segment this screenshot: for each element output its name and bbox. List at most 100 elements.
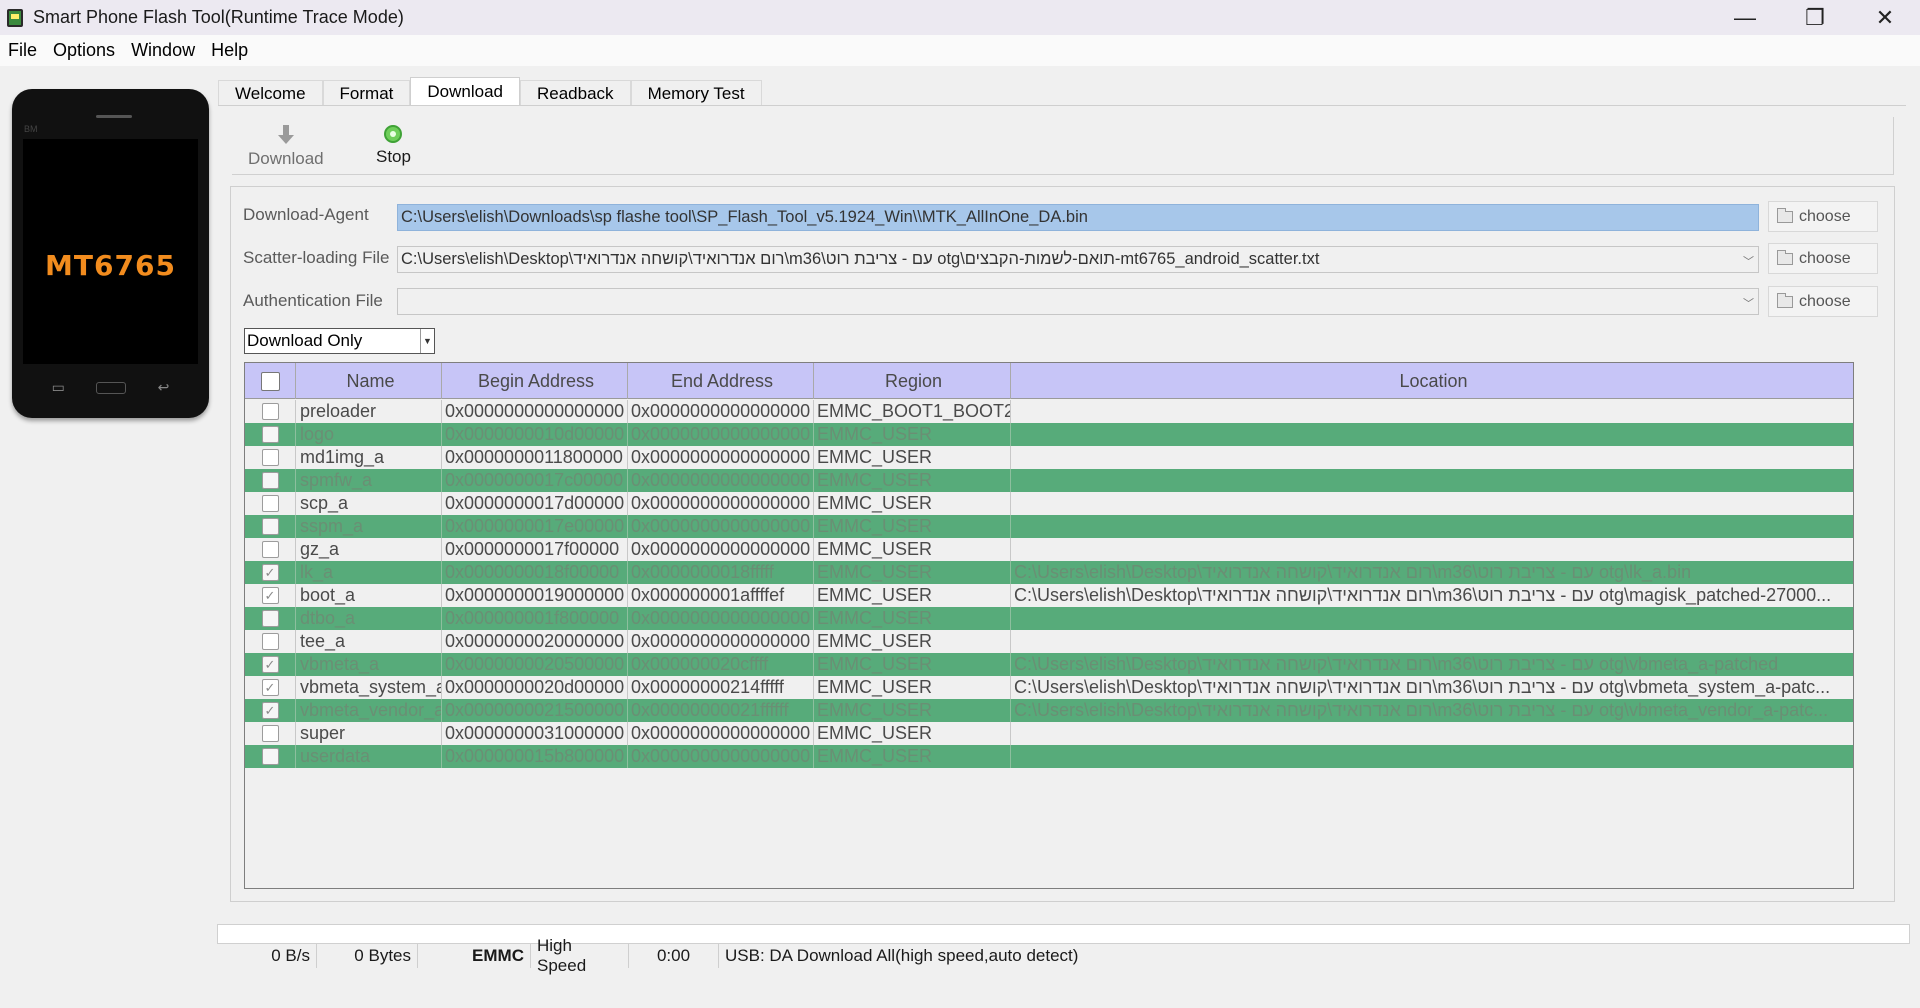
row-checkbox[interactable]: [261, 426, 279, 443]
scatter-file-combo[interactable]: C:\Users\elish\Desktop\רום אנדרואיד\קושח…: [397, 246, 1759, 273]
chevron-down-icon[interactable]: ﹀: [1743, 253, 1754, 269]
cell-begin-address: 0x0000000031000000: [442, 722, 628, 745]
row-checkbox-cell: ✓: [245, 584, 296, 607]
table-row[interactable]: logo 0x0000000010d00000 0x0000000000000000…: [245, 423, 1853, 446]
cell-end-address: 0x0000000000000000: [628, 492, 814, 515]
minimize-button[interactable]: —: [1710, 0, 1780, 35]
download-button[interactable]: Download: [248, 125, 324, 169]
cell-location: [1011, 607, 1853, 630]
table-row[interactable]: ✓ vbmeta_system_a 0x0000000020d00000 0x0000…: [245, 676, 1853, 699]
row-checkbox[interactable]: ✓: [261, 679, 279, 696]
select-all-header: [245, 363, 296, 399]
auth-file-combo[interactable]: ﹀: [397, 288, 1759, 315]
choose-label: choose: [1799, 292, 1851, 310]
cell-end-address: 0x0000000000000000: [628, 538, 814, 561]
scatter-file-label: Scatter-loading File: [243, 248, 390, 267]
row-checkbox[interactable]: [261, 610, 279, 627]
table-row[interactable]: ✓ boot_a 0x0000000019000000 0x000000001afff…: [245, 584, 1853, 607]
column-header-region[interactable]: Region: [814, 363, 1011, 399]
download-agent-field[interactable]: C:\Users\elish\Downloads\sp flashe tool\…: [397, 204, 1759, 231]
restore-button[interactable]: ❐: [1780, 0, 1850, 35]
row-checkbox-cell: ✓: [245, 676, 296, 699]
cell-begin-address: 0x0000000019000000: [442, 584, 628, 607]
folder-icon: [1777, 292, 1793, 308]
row-checkbox[interactable]: [261, 495, 279, 512]
table-row[interactable]: md1img_a 0x0000000011800000 0x000000000000…: [245, 446, 1853, 469]
row-checkbox[interactable]: [261, 449, 279, 466]
cell-location: C:\Users\elish\Desktop\רום אנדרואיד\קושח…: [1014, 562, 1692, 582]
cell-region: EMMC_USER: [814, 561, 1011, 584]
choose-auth-file-button[interactable]: choose: [1768, 286, 1878, 317]
row-checkbox[interactable]: [261, 725, 279, 742]
row-checkbox-cell: [245, 492, 296, 515]
cell-region: EMMC_USER: [814, 630, 1011, 653]
table-row[interactable]: spmfw_a 0x0000000017c00000 0x0000000000000…: [245, 469, 1853, 492]
table-row[interactable]: gz_a 0x0000000017f00000 0x0000000000000000…: [245, 538, 1853, 561]
tab-format[interactable]: Format: [322, 80, 411, 106]
menu-help[interactable]: Help: [203, 40, 256, 61]
cell-location: C:\Users\elish\Desktop\רום אנדרואיד\קושח…: [1014, 585, 1832, 605]
download-mode-select[interactable]: Download Only ▼: [244, 328, 435, 354]
cell-region: EMMC_USER: [814, 446, 1011, 469]
tab-readback[interactable]: Readback: [520, 80, 631, 106]
table-row[interactable]: userdata 0x000000015b800000 0x000000000000…: [245, 745, 1853, 768]
column-header-name[interactable]: Name: [296, 363, 442, 399]
choose-scatter-file-button[interactable]: choose: [1768, 243, 1878, 274]
cell-begin-address: 0x0000000020000000: [442, 630, 628, 653]
menu-options[interactable]: Options: [45, 40, 123, 61]
row-checkbox[interactable]: ✓: [261, 564, 279, 581]
close-button[interactable]: ✕: [1850, 0, 1920, 35]
table-row[interactable]: dtbo_a 0x000000001f800000 0x00000000000000…: [245, 607, 1853, 630]
folder-icon: [1777, 249, 1793, 265]
row-checkbox-cell: [245, 630, 296, 653]
row-checkbox[interactable]: [261, 403, 279, 420]
row-checkbox[interactable]: [261, 633, 279, 650]
column-header-location[interactable]: Location: [1011, 363, 1853, 399]
row-checkbox[interactable]: [261, 518, 279, 535]
status-bar: 0 B/s 0 Bytes EMMC High Speed 0:00 USB: …: [217, 936, 1910, 975]
row-checkbox[interactable]: [261, 472, 279, 489]
menu-file[interactable]: File: [0, 40, 45, 61]
row-checkbox-cell: [245, 538, 296, 561]
column-header-end-address[interactable]: End Address: [628, 363, 814, 399]
menu-window[interactable]: Window: [123, 40, 203, 61]
tab-download[interactable]: Download: [410, 77, 520, 106]
status-storage: EMMC: [418, 944, 531, 968]
stop-button[interactable]: Stop: [376, 125, 411, 167]
row-checkbox[interactable]: ✓: [261, 656, 279, 673]
row-checkbox[interactable]: ✓: [261, 587, 279, 604]
table-row[interactable]: preloader 0x0000000000000000 0x00000000000…: [245, 400, 1853, 423]
tab-welcome[interactable]: Welcome: [218, 80, 323, 106]
table-row[interactable]: tee_a 0x0000000020000000 0x000000000000000…: [245, 630, 1853, 653]
toolbar: Download Stop: [232, 117, 1894, 175]
dropdown-arrow-icon[interactable]: ▼: [420, 329, 434, 353]
phone-buttons: ▭ ↩: [12, 379, 209, 396]
cell-end-address: 0x0000000000000000: [628, 446, 814, 469]
chevron-down-icon[interactable]: ﹀: [1743, 295, 1754, 311]
cell-name: preloader: [296, 400, 442, 423]
folder-icon: [1777, 207, 1793, 223]
progress-bar: [217, 924, 1910, 944]
row-checkbox-cell: [245, 722, 296, 745]
status-time: 0:00: [629, 944, 719, 968]
cell-begin-address: 0x000000015b800000: [442, 745, 628, 768]
table-row[interactable]: ✓ vbmeta_vendor_a 0x0000000021500000 0x0000…: [245, 699, 1853, 722]
row-checkbox[interactable]: [261, 748, 279, 765]
table-row[interactable]: super 0x0000000031000000 0x000000000000000…: [245, 722, 1853, 745]
menu-key-icon: ▭: [51, 379, 65, 395]
table-row[interactable]: ✓ lk_a 0x0000000018f00000 0x0000000018fffff…: [245, 561, 1853, 584]
cell-end-address: 0x0000000000000000: [628, 607, 814, 630]
select-all-checkbox[interactable]: [260, 371, 280, 391]
column-header-begin-address[interactable]: Begin Address: [442, 363, 628, 399]
row-checkbox[interactable]: ✓: [261, 702, 279, 719]
table-row[interactable]: scp_a 0x0000000017d00000 0x000000000000000…: [245, 492, 1853, 515]
table-row[interactable]: sspm_a 0x0000000017e00000 0x00000000000000…: [245, 515, 1853, 538]
cell-location: [1011, 630, 1853, 653]
tab-memory-test[interactable]: Memory Test: [630, 80, 762, 106]
table-row[interactable]: ✓ vbmeta_a 0x0000000020500000 0x000000020cf…: [245, 653, 1853, 676]
row-checkbox[interactable]: [261, 541, 279, 558]
choose-download-agent-button[interactable]: choose: [1768, 201, 1878, 232]
cell-name: spmfw_a: [296, 469, 442, 492]
row-checkbox-cell: [245, 515, 296, 538]
cell-begin-address: 0x0000000017c00000: [442, 469, 628, 492]
